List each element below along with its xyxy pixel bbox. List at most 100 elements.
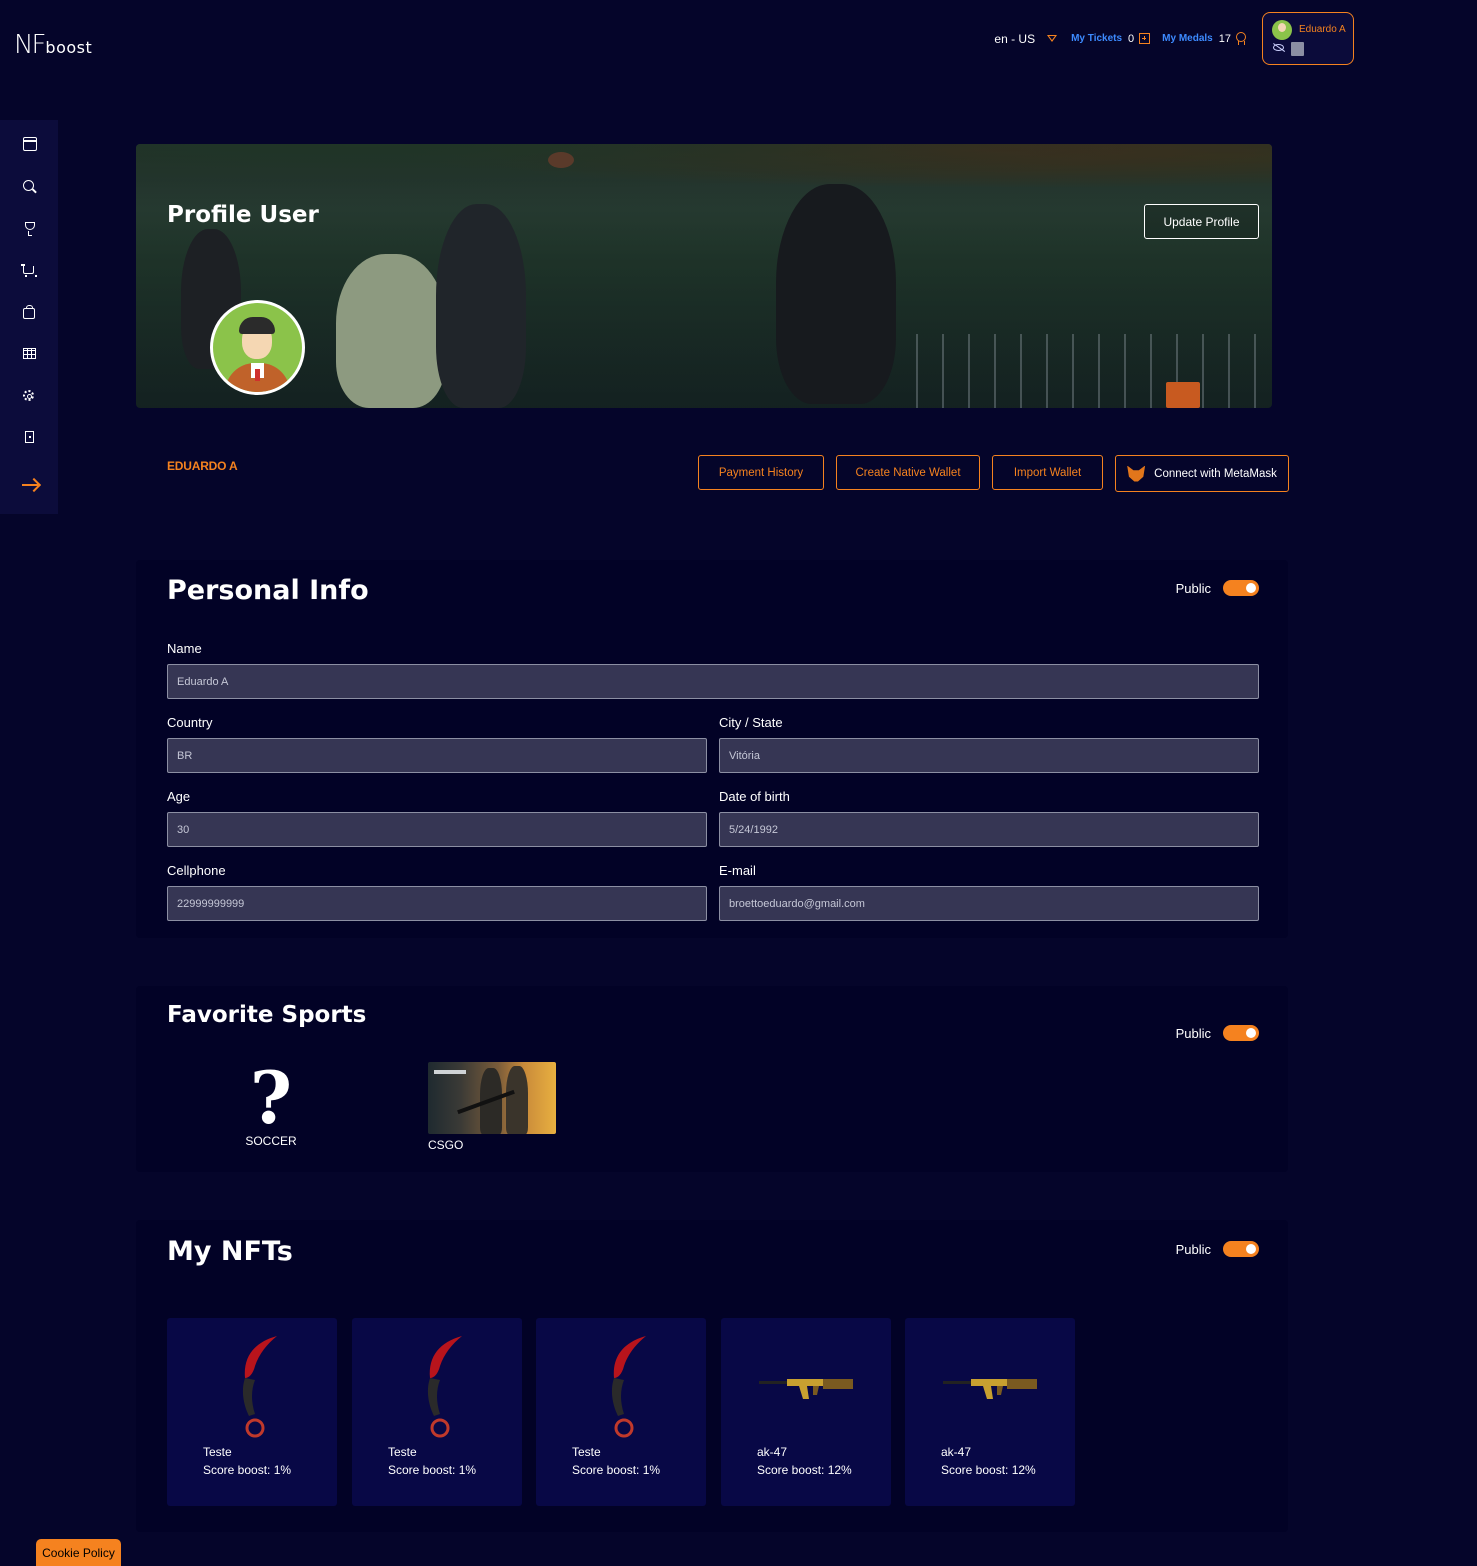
country-field[interactable]: BR [167, 738, 707, 773]
nft-score-boost: Score boost: 1% [572, 1463, 661, 1477]
toggle-switch[interactable] [1223, 1241, 1259, 1257]
nft-name: Teste [572, 1445, 601, 1459]
favorite-sports-section: Favorite Sports Public ? SOCCER CSGO [136, 986, 1288, 1172]
cookie-policy-button[interactable]: Cookie Policy [36, 1539, 121, 1566]
nft-card[interactable]: ak-47 Score boost: 12% [905, 1318, 1075, 1506]
connect-metamask-label: Connect with MetaMask [1154, 467, 1277, 480]
karambit-knife-icon [611, 1336, 646, 1438]
trophy-icon[interactable] [25, 222, 35, 236]
avatar [1272, 20, 1292, 40]
gear-icon[interactable] [23, 390, 34, 401]
nft-score-boost: Score boost: 12% [941, 1463, 1036, 1477]
chevron-down-icon[interactable] [1047, 35, 1058, 42]
search-icon[interactable] [23, 180, 34, 191]
medal-icon [1236, 32, 1246, 45]
city-field[interactable]: Vitória [719, 738, 1259, 773]
table-icon[interactable] [23, 348, 36, 359]
email-label: E-mail [719, 863, 756, 878]
cellphone-field[interactable]: 22999999999 [167, 886, 707, 921]
user-menu[interactable]: Eduardo A [1262, 12, 1354, 65]
my-nfts-public-toggle[interactable]: Public [1176, 1241, 1259, 1257]
ak47-rifle-icon [943, 1379, 1037, 1399]
profile-banner: Profile User Update Profile [136, 144, 1272, 408]
my-tickets-label[interactable]: My Tickets [1071, 33, 1122, 44]
nft-card[interactable]: Teste Score boost: 1% [167, 1318, 337, 1506]
public-label: Public [1175, 1241, 1211, 1257]
banner-player [776, 184, 896, 404]
city-label: City / State [719, 715, 783, 730]
nft-card[interactable]: Teste Score boost: 1% [352, 1318, 522, 1506]
football [548, 152, 574, 168]
csgo-figure [506, 1066, 528, 1134]
banner-player [436, 204, 526, 408]
public-label: Public [1175, 580, 1211, 596]
profile-avatar[interactable] [210, 300, 305, 395]
dob-field[interactable]: 5/24/1992 [719, 812, 1259, 847]
nft-score-boost: Score boost: 1% [203, 1463, 292, 1477]
logout-door-icon[interactable] [25, 431, 34, 443]
personal-info-public-toggle[interactable]: Public [1176, 580, 1259, 596]
bag-icon[interactable] [23, 305, 35, 319]
personal-info-section: Personal Info Public Name Eduardo A Coun… [136, 560, 1288, 938]
csgo-image [428, 1062, 556, 1134]
banner-marker [1166, 382, 1200, 408]
eye-off-icon[interactable] [1273, 44, 1284, 51]
cellphone-label: Cellphone [167, 863, 226, 878]
sport-label: CSGO [428, 1138, 464, 1152]
create-native-wallet-button[interactable]: Create Native Wallet [836, 455, 980, 490]
user-name: Eduardo A [1299, 24, 1346, 35]
my-medals-label[interactable]: My Medals [1162, 33, 1213, 44]
karambit-knife-icon [242, 1336, 277, 1438]
sport-card-csgo[interactable]: CSGO [428, 1062, 556, 1152]
nft-card[interactable]: Teste Score boost: 1% [536, 1318, 706, 1506]
avatar-hair [239, 317, 275, 334]
toggle-switch[interactable] [1223, 580, 1259, 596]
sport-card-soccer[interactable]: ? SOCCER [242, 1055, 300, 1149]
nft-card[interactable]: ak-47 Score boost: 12% [721, 1318, 891, 1506]
csgo-logo [434, 1070, 466, 1074]
arrow-right-icon[interactable] [22, 484, 38, 486]
banner-player [336, 254, 446, 408]
my-medals-count: 17 [1218, 32, 1231, 45]
language-select[interactable]: en - US [994, 32, 1035, 46]
public-label: Public [1175, 1025, 1211, 1041]
email-field[interactable]: broettoeduardo@gmail.com [719, 886, 1259, 921]
cart-icon[interactable] [21, 264, 37, 277]
balance-placeholder [1291, 42, 1304, 56]
logo-boost: boost [45, 38, 93, 57]
my-nfts-title: My NFTs [167, 1236, 293, 1267]
metamask-fox-icon [1127, 465, 1146, 482]
name-label: Name [167, 641, 202, 656]
nfboost-logo[interactable]: NF boost [14, 30, 92, 60]
my-tickets[interactable]: My Tickets 0 [1071, 32, 1151, 45]
profile-display-name: EDUARDO A [167, 459, 238, 473]
nft-name: Teste [203, 1445, 232, 1459]
top-bar: en - US My Tickets 0 My Medals 17 Eduard… [994, 12, 1354, 65]
age-field[interactable]: 30 [167, 812, 707, 847]
country-label: Country [167, 715, 213, 730]
add-ticket-icon[interactable] [1139, 33, 1151, 44]
nft-score-boost: Score boost: 12% [757, 1463, 852, 1477]
name-field[interactable]: Eduardo A [167, 664, 1259, 699]
age-label: Age [167, 789, 191, 804]
import-wallet-button[interactable]: Import Wallet [992, 455, 1103, 490]
karambit-knife-icon [427, 1336, 462, 1438]
update-profile-button[interactable]: Update Profile [1144, 204, 1259, 239]
connect-metamask-button[interactable]: Connect with MetaMask [1115, 455, 1289, 492]
banner-trees [136, 144, 1272, 204]
my-medals[interactable]: My Medals 17 [1162, 32, 1246, 45]
question-mark-icon: ? [249, 1055, 293, 1140]
logo-nf: NF [14, 30, 46, 60]
toggle-switch[interactable] [1223, 1025, 1259, 1041]
nft-score-boost: Score boost: 1% [388, 1463, 477, 1477]
nft-name: ak-47 [941, 1445, 972, 1459]
calendar-icon[interactable] [23, 137, 37, 151]
ak47-rifle-icon [759, 1379, 853, 1399]
dob-label: Date of birth [719, 789, 790, 804]
sidebar [0, 120, 58, 514]
payment-history-button[interactable]: Payment History [698, 455, 824, 490]
sport-label: SOCCER [245, 1134, 297, 1148]
my-tickets-count: 0 [1128, 32, 1135, 45]
favorite-sports-public-toggle[interactable]: Public [1176, 1025, 1259, 1041]
page-title: Profile User [167, 202, 319, 228]
